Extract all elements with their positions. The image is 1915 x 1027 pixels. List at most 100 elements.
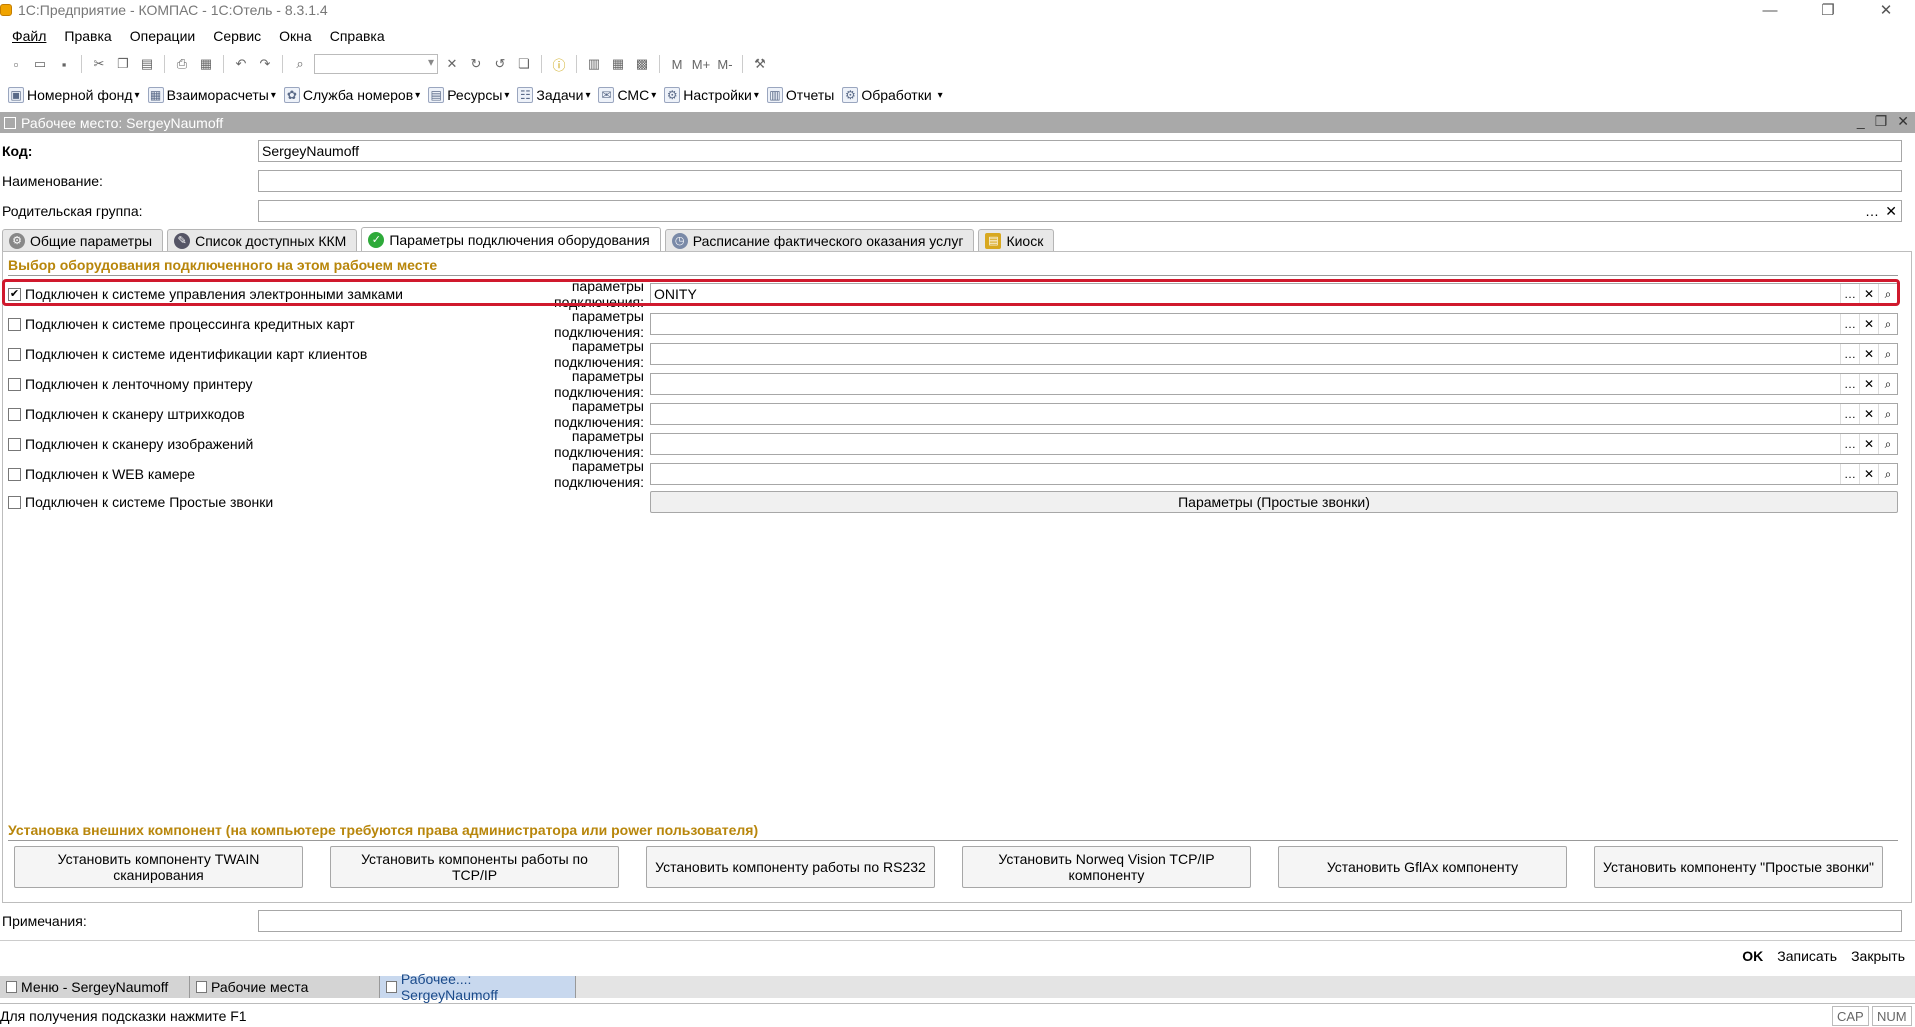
select-button[interactable]: …: [1840, 374, 1859, 394]
toolbar-tasks[interactable]: ☷ Задачи ▾: [515, 87, 594, 103]
info-icon[interactable]: ⓘ: [549, 54, 569, 74]
clear-search-icon[interactable]: ✕: [442, 54, 462, 74]
toolbar-settlements[interactable]: ▦ Взаиморасчеты ▾: [146, 87, 280, 103]
clear-icon[interactable]: ✕: [1859, 464, 1878, 484]
tab-schedule[interactable]: ◷ Расписание фактического оказания услуг: [664, 229, 975, 251]
find-next-icon[interactable]: ↻: [466, 54, 486, 74]
close-window-button[interactable]: ✕: [1857, 0, 1915, 20]
select-button[interactable]: …: [1840, 314, 1859, 334]
install-rs232-button[interactable]: Установить компоненту работы по RS232: [646, 846, 935, 888]
param-field[interactable]: … ✕ ⌕: [650, 343, 1898, 365]
restore-button[interactable]: ❐: [1799, 0, 1857, 20]
param-field[interactable]: … ✕ ⌕: [650, 373, 1898, 395]
memory-m-icon[interactable]: M: [667, 54, 687, 74]
select-button[interactable]: …: [1840, 464, 1859, 484]
select-button[interactable]: …: [1840, 404, 1859, 424]
open-search-icon[interactable]: ⌕: [1878, 464, 1897, 484]
tab-kiosk[interactable]: ▤ Киоск: [978, 229, 1055, 251]
tab-equipment[interactable]: ✓ Параметры подключения оборудования: [361, 227, 661, 251]
equipment-checkbox[interactable]: [8, 347, 21, 361]
install-gflax-button[interactable]: Установить GflAx компоненту: [1278, 846, 1567, 888]
equipment-checkbox[interactable]: [8, 407, 21, 421]
toolbar-resources[interactable]: ▤ Ресурсы ▾: [426, 87, 513, 103]
tab-general[interactable]: ⚙ Общие параметры: [2, 229, 164, 251]
taskbar-item-menu[interactable]: Меню - SergeyNaumoff: [0, 976, 190, 998]
param-field[interactable]: … ✕ ⌕: [650, 403, 1898, 425]
undo-icon[interactable]: ↶: [231, 54, 251, 74]
calculator-icon[interactable]: ▩: [632, 54, 652, 74]
redo-icon[interactable]: ↷: [255, 54, 275, 74]
clear-icon[interactable]: ✕: [1859, 404, 1878, 424]
close-button[interactable]: Закрыть: [1851, 948, 1905, 964]
simple-calls-checkbox[interactable]: [8, 495, 21, 509]
equipment-checkbox[interactable]: [8, 317, 21, 331]
clear-icon[interactable]: ✕: [1859, 344, 1878, 364]
toolbar-reports[interactable]: ▥ Отчеты: [765, 87, 838, 103]
open-search-icon[interactable]: ⌕: [1878, 314, 1897, 334]
select-button[interactable]: …: [1840, 434, 1859, 454]
clear-icon[interactable]: ✕: [1859, 374, 1878, 394]
equipment-checkbox[interactable]: [8, 377, 21, 391]
install-norweq-button[interactable]: Установить Norweq Vision TCP/IP компонен…: [962, 846, 1251, 888]
minimize-button[interactable]: —: [1741, 0, 1799, 20]
search-icon[interactable]: ⌕: [290, 54, 310, 74]
calendar-icon[interactable]: ▦: [608, 54, 628, 74]
select-button[interactable]: …: [1840, 344, 1859, 364]
clear-icon[interactable]: ✕: [1859, 434, 1878, 454]
equipment-checkbox[interactable]: [8, 437, 21, 451]
menu-help[interactable]: Справка: [321, 25, 394, 47]
install-twain-button[interactable]: Установить компоненту TWAIN сканирования: [14, 846, 303, 888]
cut-icon[interactable]: ✂: [89, 54, 109, 74]
open-folder-icon[interactable]: ▭: [30, 54, 50, 74]
code-field[interactable]: SergeyNaumoff: [258, 140, 1902, 162]
print-icon[interactable]: ⎙: [172, 54, 192, 74]
menu-edit[interactable]: Правка: [55, 25, 120, 47]
spreadsheet-icon[interactable]: ▥: [584, 54, 604, 74]
name-field[interactable]: [258, 170, 1902, 192]
form-close-button[interactable]: ✕: [1897, 113, 1909, 130]
taskbar-item-workplaces[interactable]: Рабочие места: [190, 976, 380, 998]
tools-icon[interactable]: ⚒: [750, 54, 770, 74]
parent-group-field[interactable]: … ✕: [258, 200, 1902, 222]
save-button[interactable]: Записать: [1777, 948, 1837, 964]
form-restore-button[interactable]: ❐: [1875, 113, 1888, 130]
tab-kkm-list[interactable]: ✎ Список доступных ККМ: [167, 229, 358, 251]
toolbar-settings[interactable]: ⚙ Настройки ▾: [662, 87, 763, 103]
install-tcpip-button[interactable]: Установить компоненты работы по TCP/IP: [330, 846, 619, 888]
open-search-icon[interactable]: ⌕: [1878, 404, 1897, 424]
open-search-icon[interactable]: ⌕: [1878, 344, 1897, 364]
windows-icon[interactable]: ❏: [514, 54, 534, 74]
select-button[interactable]: …: [1865, 201, 1879, 221]
ok-button[interactable]: OK: [1742, 948, 1763, 964]
param-field[interactable]: … ✕ ⌕: [650, 463, 1898, 485]
new-document-icon[interactable]: ▫: [6, 54, 26, 74]
clear-icon[interactable]: ✕: [1885, 201, 1897, 221]
toolbar-housekeeping[interactable]: ✿ Служба номеров ▾: [282, 87, 424, 103]
form-minimize-button[interactable]: _: [1857, 113, 1865, 130]
open-search-icon[interactable]: ⌕: [1878, 374, 1897, 394]
equipment-checkbox[interactable]: [8, 467, 21, 481]
menu-file[interactable]: Файл: [0, 25, 55, 47]
notes-field[interactable]: [258, 910, 1902, 932]
install-simple-calls-button[interactable]: Установить компоненту "Простые звонки": [1594, 846, 1883, 888]
toolbar-room-fund[interactable]: ▣ Номерной фонд ▾: [6, 87, 144, 103]
toolbar-sms[interactable]: ✉ СМС ▾: [596, 87, 660, 103]
copy-icon[interactable]: ❐: [113, 54, 133, 74]
clear-icon[interactable]: ✕: [1859, 314, 1878, 334]
menu-windows[interactable]: Окна: [270, 25, 321, 47]
param-field[interactable]: … ✕ ⌕: [650, 313, 1898, 335]
paste-icon[interactable]: ▤: [137, 54, 157, 74]
memory-minus-icon[interactable]: M-: [715, 54, 735, 74]
save-icon[interactable]: ▪: [54, 54, 74, 74]
find-prev-icon[interactable]: ↺: [490, 54, 510, 74]
open-search-icon[interactable]: ⌕: [1878, 434, 1897, 454]
menu-operations[interactable]: Операции: [121, 25, 205, 47]
search-combo[interactable]: [314, 54, 438, 74]
taskbar-item-current[interactable]: Рабочее...: SergeyNaumoff: [380, 971, 576, 1003]
print-preview-icon[interactable]: ▦: [196, 54, 216, 74]
menu-service[interactable]: Сервис: [204, 25, 270, 47]
memory-plus-icon[interactable]: M+: [691, 54, 711, 74]
toolbar-processing[interactable]: ⚙ Обработки ▾: [840, 87, 946, 103]
simple-calls-params-button[interactable]: Параметры (Простые звонки): [650, 491, 1898, 513]
param-field[interactable]: … ✕ ⌕: [650, 433, 1898, 455]
